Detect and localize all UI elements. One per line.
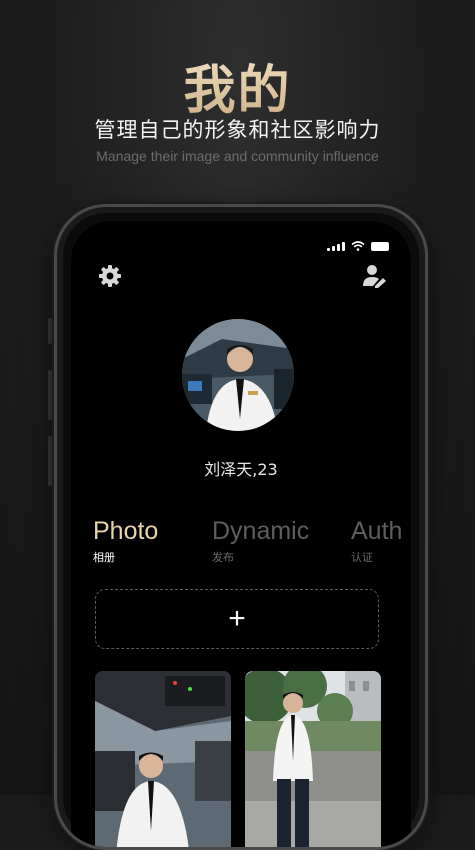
wifi-icon [351,241,365,251]
photo-thumbnail-outdoor[interactable] [245,671,381,847]
hero-subtitle-cn: 管理自己的形象和社区影响力 [94,118,381,142]
phone-volume-up [48,370,52,420]
tab-auth[interactable]: Auth 认证 [351,517,402,565]
phone-volume-down [48,436,52,486]
user-edit-icon[interactable] [361,263,387,289]
tab-photo[interactable]: Photo 相册 [93,517,158,565]
phone-mute-switch [48,318,52,344]
tab-auth-label-en: Auth [351,517,403,545]
tab-photo-label-en: Photo [93,517,159,545]
profile-tabs: Photo 相册 Dynamic 发布 Auth 认证 [93,517,411,577]
status-bar [327,241,389,251]
battery-icon [371,241,389,251]
add-photo-button[interactable]: + [95,589,379,649]
tab-photo-label-cn: 相册 [93,551,115,564]
hero-title: 我的 [0,48,475,123]
phone-mockup: 刘泽天,23 Photo 相册 Dynamic 发布 Auth 认证 + [54,204,428,850]
photo-thumbnail-cockpit[interactable] [95,671,231,847]
signal-icon [327,241,345,251]
tab-auth-label-cn: 认证 [351,551,373,564]
tab-dynamic-label-cn: 发布 [212,551,234,564]
tab-dynamic[interactable]: Dynamic 发布 [212,517,309,565]
gear-icon[interactable] [97,263,123,289]
profile-avatar[interactable] [182,319,294,431]
tab-dynamic-label-en: Dynamic [212,517,310,545]
add-plus-icon: + [228,602,246,635]
phone-screen: 刘泽天,23 Photo 相册 Dynamic 发布 Auth 认证 + [71,221,411,847]
hero-subtitle-en: Manage their image and community influen… [96,148,379,164]
profile-name-age: 刘泽天,23 [204,460,278,479]
